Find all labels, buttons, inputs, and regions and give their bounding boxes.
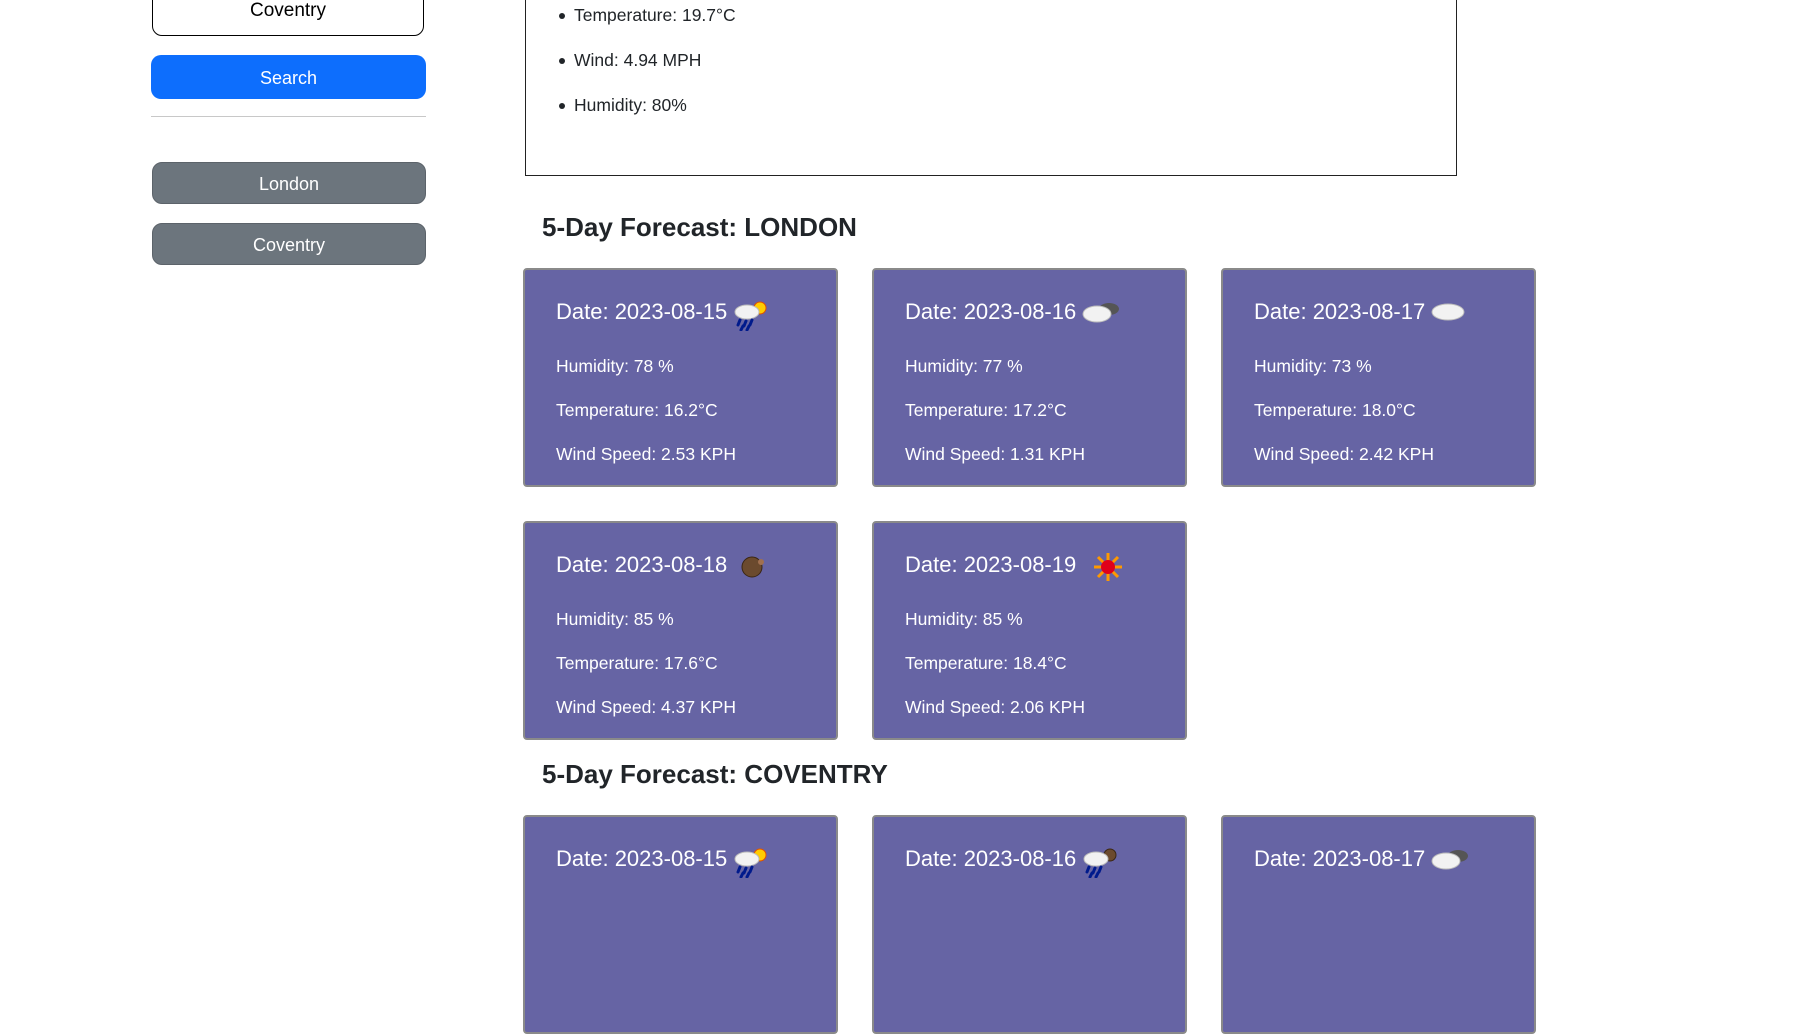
forecast-date: Date: 2023-08-16 — [905, 846, 1077, 871]
forecast-card: Date: 2023-08-16 Humidity: 77 % Temperat… — [872, 268, 1187, 487]
forecast-humidity: Humidity: 85 % — [556, 609, 674, 629]
forecast-card: Date: 2023-08-17 — [1221, 815, 1536, 1034]
current-weather-panel: Temperature: 19.7°C Wind: 4.94 MPH Humid… — [525, 0, 1457, 176]
forecast-title-london: 5-Day Forecast: LONDON — [542, 212, 857, 242]
forecast-card: Date: 2023-08-15 Humidity: 78 % Temperat… — [523, 268, 838, 487]
current-temperature: Temperature: 19.7°C — [526, 1, 736, 46]
moon-icon — [741, 556, 764, 578]
forecast-humidity: Humidity: 85 % — [905, 609, 1023, 629]
forecast-date: Date: 2023-08-15 — [556, 299, 728, 324]
forecast-wind: Wind Speed: 2.53 KPH — [556, 444, 736, 464]
cloud-icon — [1431, 303, 1465, 321]
cloud-icon — [1431, 850, 1468, 870]
forecast-card: Date: 2023-08-17 Humidity: 73 % Temperat… — [1221, 268, 1536, 487]
current-wind: Wind: 4.94 MPH — [526, 46, 736, 91]
forecast-date: Date: 2023-08-18 — [556, 552, 728, 577]
forecast-wind: Wind Speed: 1.31 KPH — [905, 444, 1085, 464]
forecast-title-coventry: 5-Day Forecast: COVENTRY — [542, 759, 888, 789]
history-button-london[interactable]: London — [152, 162, 426, 204]
cloud-icon — [1082, 303, 1119, 323]
sun-icon — [1094, 553, 1122, 581]
forecast-temperature: Temperature: 17.2°C — [905, 400, 1067, 420]
forecast-humidity: Humidity: 77 % — [905, 356, 1023, 376]
forecast-wind: Wind Speed: 4.37 KPH — [556, 697, 736, 717]
forecast-temperature: Temperature: 16.2°C — [556, 400, 718, 420]
forecast-date: Date: 2023-08-16 — [905, 299, 1077, 324]
current-humidity: Humidity: 80% — [526, 91, 736, 136]
forecast-humidity: Humidity: 73 % — [1254, 356, 1372, 376]
history-button-coventry[interactable]: Coventry — [152, 223, 426, 265]
city-search-input[interactable]: Coventry — [152, 0, 424, 36]
rain-moon-icon — [1083, 848, 1117, 878]
forecast-card: Date: 2023-08-19 Humidity: 85 % Temperat… — [872, 521, 1187, 740]
sidebar-divider — [151, 116, 426, 117]
forecast-date: Date: 2023-08-17 — [1254, 299, 1426, 324]
forecast-wind: Wind Speed: 2.06 KPH — [905, 697, 1085, 717]
forecast-wind: Wind Speed: 2.42 KPH — [1254, 444, 1434, 464]
rain-sun-icon — [734, 848, 767, 878]
forecast-humidity: Humidity: 78 % — [556, 356, 674, 376]
forecast-temperature: Temperature: 17.6°C — [556, 653, 718, 673]
forecast-card: Date: 2023-08-16 — [872, 815, 1187, 1034]
forecast-date: Date: 2023-08-15 — [556, 846, 728, 871]
forecast-date: Date: 2023-08-17 — [1254, 846, 1426, 871]
forecast-date: Date: 2023-08-19 — [905, 552, 1077, 577]
current-weather-list: Temperature: 19.7°C Wind: 4.94 MPH Humid… — [526, 1, 736, 136]
forecast-temperature: Temperature: 18.0°C — [1254, 400, 1416, 420]
forecast-card: Date: 2023-08-15 — [523, 815, 838, 1034]
forecast-card: Date: 2023-08-18 Humidity: 85 % Temperat… — [523, 521, 838, 740]
search-button[interactable]: Search — [151, 55, 426, 99]
forecast-temperature: Temperature: 18.4°C — [905, 653, 1067, 673]
rain-sun-icon — [734, 301, 767, 331]
